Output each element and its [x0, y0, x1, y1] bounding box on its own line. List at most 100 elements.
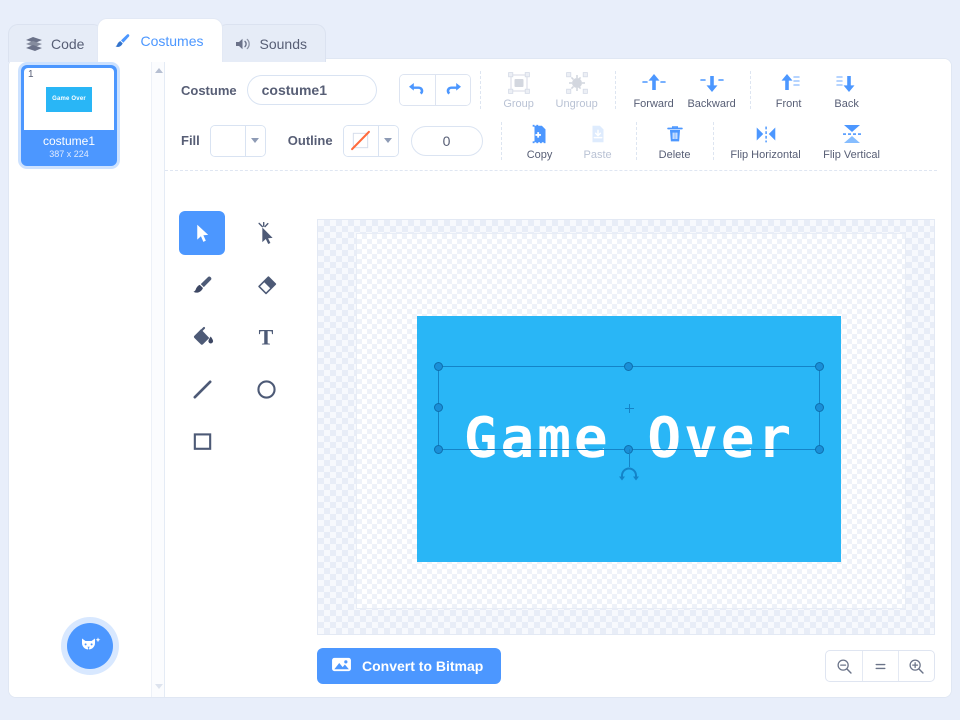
rectangle-tool[interactable] — [179, 419, 225, 463]
text-icon: T — [259, 325, 274, 349]
group-label: Group — [503, 98, 534, 110]
undo-arrow-icon — [409, 83, 424, 95]
zoom-controls — [825, 650, 935, 682]
brush-icon — [114, 33, 132, 49]
paste-label: Paste — [583, 148, 612, 161]
paste-button[interactable]: Paste — [569, 121, 627, 161]
eraser-icon — [257, 275, 276, 294]
reshape-arrow-icon — [258, 222, 273, 244]
resize-handle-bottom-right[interactable] — [815, 445, 824, 454]
undo-button[interactable] — [399, 75, 435, 105]
ungroup-icon — [564, 70, 590, 96]
copy-icon — [529, 121, 551, 147]
front-label: Front — [775, 98, 802, 110]
circle-icon — [256, 379, 276, 399]
resize-handle-top-left[interactable] — [434, 362, 443, 371]
fill-color-picker[interactable] — [209, 124, 266, 157]
brush-tool[interactable] — [179, 263, 225, 307]
resize-handle-top-right[interactable] — [815, 362, 824, 371]
costume-index: 1 — [28, 69, 34, 80]
tab-code[interactable]: Code — [8, 24, 104, 62]
code-icon — [25, 36, 43, 52]
outline-chevron-down-icon — [377, 125, 398, 156]
front-button[interactable]: Front — [760, 70, 818, 110]
zoom-in-button[interactable] — [898, 651, 934, 681]
costume-name-label: costume1 — [42, 134, 96, 148]
toolbar-divider — [614, 71, 616, 109]
costume-selector: 1 Game Over costume1 387 x 224 — [9, 59, 165, 697]
tool-palette: T — [179, 211, 299, 471]
costumes-panel: 1 Game Over costume1 387 x 224 Costume c… — [8, 58, 952, 698]
tab-costumes-label: Costumes — [140, 32, 204, 49]
resize-handle-middle-left[interactable] — [434, 403, 443, 412]
rectangle-icon — [193, 432, 211, 450]
trash-icon — [664, 121, 686, 147]
costume-thumbnail: 1 Game Over — [24, 68, 114, 130]
equals-icon — [875, 663, 886, 669]
reshape-tool[interactable] — [243, 211, 289, 255]
flip-horizontal-button[interactable]: Flip Horizontal — [723, 121, 809, 161]
zoom-out-icon — [836, 658, 852, 674]
fill-tool[interactable] — [179, 315, 225, 359]
group-button[interactable]: Group — [490, 70, 548, 110]
fill-chevron-down-icon — [244, 125, 265, 156]
toolbar-divider — [749, 71, 751, 109]
ungroup-button[interactable]: Ungroup — [548, 70, 606, 110]
paint-canvas[interactable]: Game Over — [356, 233, 906, 609]
tab-code-label: Code — [51, 35, 85, 52]
outline-color-picker[interactable] — [342, 124, 399, 157]
flip-vertical-button[interactable]: Flip Vertical — [809, 121, 895, 161]
costume-list-item[interactable]: 1 Game Over costume1 387 x 224 — [21, 65, 117, 166]
selection-bounding-box[interactable] — [434, 362, 824, 481]
undo-redo-group — [398, 74, 471, 106]
costume-list-scrollbar[interactable] — [151, 59, 164, 697]
scroll-down-arrow-icon[interactable] — [152, 679, 165, 693]
redo-button[interactable] — [434, 75, 470, 105]
resize-handle-bottom-left[interactable] — [434, 445, 443, 454]
zoom-reset-button[interactable] — [862, 651, 898, 681]
eraser-tool[interactable] — [243, 263, 289, 307]
front-arrow-icon — [776, 70, 802, 96]
delete-button[interactable]: Delete — [646, 121, 704, 161]
ungroup-label: Ungroup — [555, 98, 598, 110]
scroll-up-arrow-icon[interactable] — [152, 63, 165, 77]
costume-list: 1 Game Over costume1 387 x 224 — [9, 59, 164, 166]
backward-arrow-icon — [699, 70, 725, 96]
toolbar-divider — [500, 121, 502, 160]
convert-to-bitmap-button[interactable]: Convert to Bitmap — [317, 648, 502, 684]
tab-sounds-label: Sounds — [259, 35, 307, 52]
tab-costumes[interactable]: Costumes — [97, 18, 223, 62]
back-button[interactable]: Back — [818, 70, 876, 110]
paint-canvas-area[interactable]: Game Over — [317, 219, 935, 635]
paint-bucket-icon — [193, 326, 213, 345]
resize-handle-top-center[interactable] — [624, 362, 633, 371]
select-tool[interactable] — [179, 211, 225, 255]
line-tool[interactable] — [179, 367, 225, 411]
ellipse-tool[interactable] — [243, 367, 289, 411]
zoom-in-icon — [909, 658, 924, 674]
paintbrush-icon — [192, 276, 211, 293]
cat-face-icon — [82, 637, 101, 650]
stroke-width-input[interactable]: 0 — [410, 125, 483, 156]
resize-handle-middle-right[interactable] — [815, 403, 824, 412]
select-arrow-icon — [196, 224, 208, 242]
copy-button[interactable]: Copy — [511, 121, 569, 161]
text-tool[interactable]: T — [243, 315, 289, 359]
backward-button[interactable]: Backward — [683, 70, 741, 110]
tab-sounds[interactable]: Sounds — [216, 24, 326, 62]
flip-vertical-label: Flip Vertical — [823, 148, 880, 161]
forward-button[interactable]: Forward — [625, 70, 683, 110]
rotation-handle-icon[interactable] — [618, 467, 640, 483]
back-label: Back — [834, 98, 859, 110]
costume-name-input[interactable] — [246, 75, 377, 105]
zoom-out-button[interactable] — [826, 651, 862, 681]
rotation-handle-stem — [629, 449, 630, 467]
toolbar-divider — [635, 121, 637, 160]
flip-horizontal-icon — [753, 121, 779, 147]
selection-center-marker — [625, 404, 634, 413]
add-costume-button[interactable] — [67, 623, 113, 669]
fill-label: Fill — [181, 133, 200, 148]
flip-vertical-icon — [840, 121, 864, 147]
costume-field-label: Costume — [181, 82, 237, 98]
costume-preview-text: Game Over — [52, 96, 86, 102]
